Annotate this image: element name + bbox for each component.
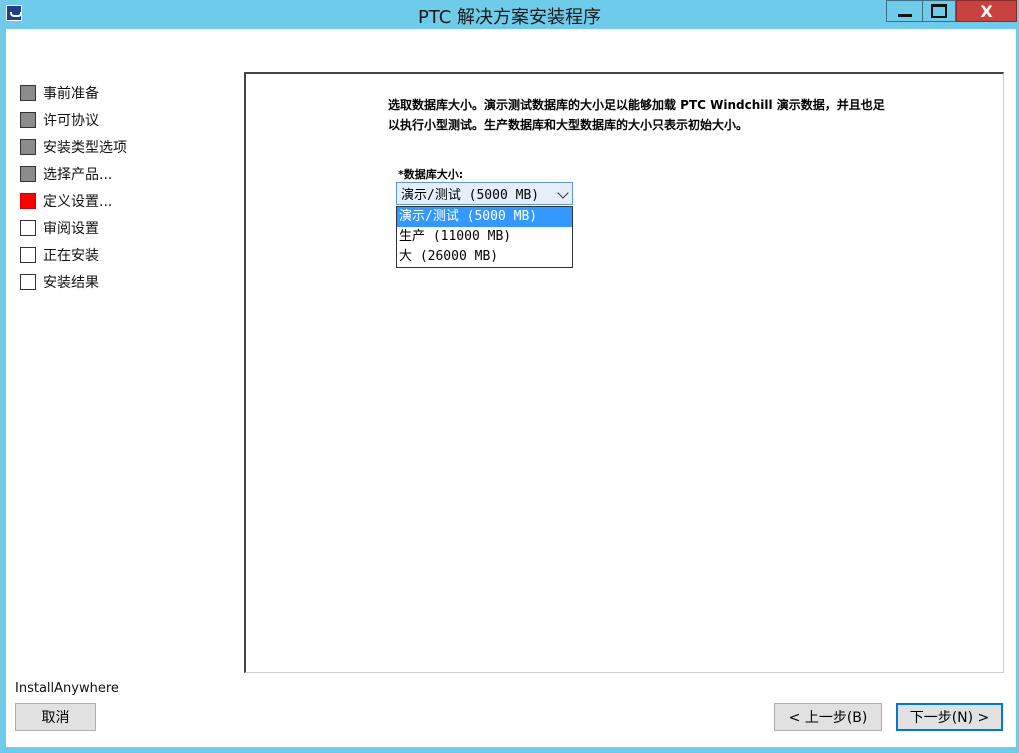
minimize-icon xyxy=(897,13,912,17)
chevron-down-icon xyxy=(557,187,569,199)
step-item: 正在安装 xyxy=(20,244,99,266)
step-label: 选择产品... xyxy=(43,167,113,183)
maximize-button[interactable] xyxy=(922,0,956,22)
step-item-current: 定义设置... xyxy=(20,190,112,212)
db-size-option[interactable]: 生产 (11000 MB) xyxy=(397,227,572,247)
step-label: 审阅设置 xyxy=(43,221,99,237)
db-size-label: *数据库大小: xyxy=(398,168,464,181)
db-size-dropdown-list: 演示/测试 (5000 MB) 生产 (11000 MB) 大 (26000 M… xyxy=(396,206,573,268)
step-label: 安装结果 xyxy=(43,275,99,291)
step-item: 许可协议 xyxy=(20,109,99,131)
brand-label: InstallAnywhere xyxy=(15,681,119,696)
description-text: 选取数据库大小。演示测试数据库的大小足以能够加载 PTC Windchill 演… xyxy=(388,98,885,132)
db-size-select[interactable]: 演示/测试 (5000 MB) xyxy=(396,182,573,205)
db-size-option[interactable]: 演示/测试 (5000 MB) xyxy=(397,207,572,227)
step-label: 安装类型选项 xyxy=(43,140,127,156)
maximize-icon xyxy=(931,4,947,18)
step-status-box xyxy=(20,247,36,263)
title-bar: PTC 解决方案安装程序 X xyxy=(0,0,1019,29)
content-panel: 选取数据库大小。演示测试数据库的大小足以能够加载 PTC Windchill 演… xyxy=(244,72,1004,673)
minimize-button[interactable] xyxy=(886,0,922,22)
step-label: 许可协议 xyxy=(43,113,99,129)
step-item: 安装结果 xyxy=(20,271,99,293)
step-status-box xyxy=(20,112,36,128)
step-status-box xyxy=(20,220,36,236)
step-status-box xyxy=(20,85,36,101)
step-label: 事前准备 xyxy=(43,86,99,102)
db-size-option[interactable]: 大 (26000 MB) xyxy=(397,247,572,267)
step-status-box xyxy=(20,166,36,182)
installer-body: 事前准备 许可协议 安装类型选项 选择产品... 定义设置... 审阅设置 正在… xyxy=(6,29,1016,747)
next-button[interactable]: 下一步(N) > xyxy=(896,703,1003,731)
step-item: 事前准备 xyxy=(20,82,99,104)
previous-button[interactable]: < 上一步(B) xyxy=(774,703,882,731)
step-status-box xyxy=(20,274,36,290)
step-item: 选择产品... xyxy=(20,163,112,185)
step-status-box xyxy=(20,193,36,209)
step-label: 定义设置... xyxy=(43,194,113,210)
close-icon: X xyxy=(980,1,993,21)
step-item: 安装类型选项 xyxy=(20,136,127,158)
db-size-selected-value: 演示/测试 (5000 MB) xyxy=(401,188,540,203)
step-label: 正在安装 xyxy=(43,248,99,264)
step-status-box xyxy=(20,139,36,155)
window-title: PTC 解决方案安装程序 xyxy=(417,7,602,28)
close-button[interactable]: X xyxy=(956,0,1017,22)
step-item: 审阅设置 xyxy=(20,217,99,239)
cancel-button[interactable]: 取消 xyxy=(15,703,96,731)
